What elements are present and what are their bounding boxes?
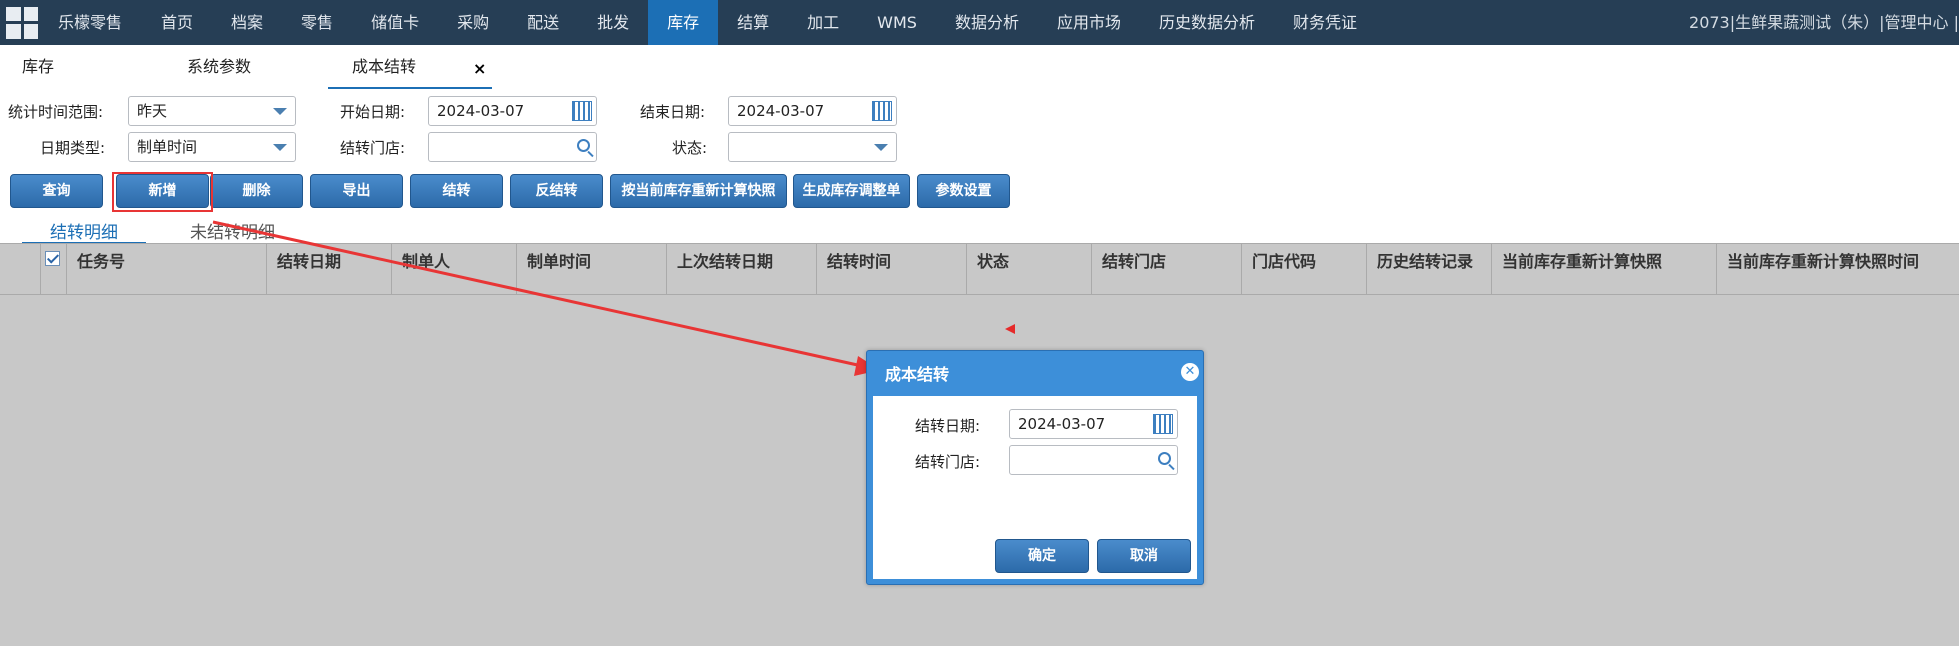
cost-carryover-dialog: 成本结转 ✕ 结转日期: 2024-03-07 结转门店: 确定 取消 bbox=[866, 350, 1204, 585]
search-icon[interactable] bbox=[1158, 452, 1171, 465]
dialog-date-field[interactable]: 2024-03-07 bbox=[1009, 409, 1178, 439]
dialog-body: 结转日期: 2024-03-07 结转门店: 确定 取消 bbox=[873, 396, 1197, 579]
delete-button[interactable]: 删除 bbox=[210, 174, 303, 208]
start-date-value: 2024-03-07 bbox=[437, 102, 525, 120]
col-last-carryover-date[interactable]: 上次结转日期 bbox=[666, 244, 816, 294]
app-grid-icon[interactable] bbox=[0, 0, 44, 45]
nav-brand[interactable]: 乐檬零售 bbox=[44, 0, 142, 45]
nav-item-purchase[interactable]: 采购 bbox=[438, 0, 508, 45]
chevron-down-icon bbox=[874, 144, 888, 151]
date-type-select[interactable]: 制单时间 bbox=[128, 132, 296, 162]
end-date-value: 2024-03-07 bbox=[737, 102, 825, 120]
gen-adjust-order-button[interactable]: 生成库存调整单 bbox=[793, 174, 910, 208]
col-carryover-time[interactable]: 结转时间 bbox=[816, 244, 966, 294]
select-all-cell bbox=[40, 244, 65, 294]
end-date-label: 结束日期: bbox=[640, 103, 706, 121]
status-label: 状态: bbox=[672, 139, 708, 157]
top-nav-bar: 乐檬零售 首页 档案 零售 储值卡 采购 配送 批发 库存 结算 加工 WMS … bbox=[0, 0, 1959, 45]
date-type-label: 日期类型: bbox=[40, 139, 106, 157]
filter-panel: 统计时间范围: 昨天 开始日期: 2024-03-07 结束日期: 2024-0… bbox=[0, 89, 1959, 244]
nav-item-settlement[interactable]: 结算 bbox=[718, 0, 788, 45]
col-task-no[interactable]: 任务号 bbox=[66, 244, 266, 294]
nav-item-wms[interactable]: WMS bbox=[858, 0, 936, 45]
status-select[interactable] bbox=[728, 132, 897, 162]
dialog-title: 成本结转 bbox=[885, 365, 950, 384]
nav-item-retail[interactable]: 零售 bbox=[282, 0, 352, 45]
dialog-close-icon[interactable]: ✕ bbox=[1181, 363, 1199, 381]
select-all-checkbox[interactable] bbox=[45, 251, 60, 266]
nav-item-inventory[interactable]: 库存 bbox=[648, 0, 719, 45]
col-recalc-snapshot[interactable]: 当前库存重新计算快照 bbox=[1491, 244, 1716, 294]
calendar-icon[interactable] bbox=[572, 101, 592, 121]
col-carryover-store[interactable]: 结转门店 bbox=[1091, 244, 1241, 294]
chevron-down-icon bbox=[273, 144, 287, 151]
nav-item-archive[interactable]: 档案 bbox=[212, 0, 282, 45]
subtab-carryover-detail[interactable]: 结转明细 bbox=[50, 218, 118, 243]
carryover-button[interactable]: 结转 bbox=[410, 174, 503, 208]
annotation-highlight-box bbox=[112, 172, 213, 212]
dialog-date-value: 2024-03-07 bbox=[1018, 415, 1106, 433]
store-label: 结转门店: bbox=[340, 139, 406, 157]
store-field[interactable] bbox=[428, 132, 597, 162]
user-info[interactable]: 2073|生鲜果蔬测试（朱）|管理中心 | bbox=[1689, 0, 1959, 45]
start-date-label: 开始日期: bbox=[340, 103, 406, 121]
dialog-ok-button[interactable]: 确定 bbox=[995, 539, 1089, 573]
start-date-field[interactable]: 2024-03-07 bbox=[428, 96, 597, 126]
nav-item-processing[interactable]: 加工 bbox=[788, 0, 858, 45]
export-button[interactable]: 导出 bbox=[310, 174, 403, 208]
reverse-carryover-button[interactable]: 反结转 bbox=[510, 174, 603, 208]
col-create-time[interactable]: 制单时间 bbox=[516, 244, 666, 294]
dialog-store-label: 结转门店: bbox=[915, 453, 981, 471]
tab-system-params[interactable]: 系统参数 bbox=[187, 45, 251, 89]
col-store-code[interactable]: 门店代码 bbox=[1241, 244, 1366, 294]
nav-item-history-analysis[interactable]: 历史数据分析 bbox=[1140, 0, 1274, 45]
nav-item-wholesale[interactable]: 批发 bbox=[578, 0, 648, 45]
col-creator[interactable]: 制单人 bbox=[391, 244, 516, 294]
nav-item-home[interactable]: 首页 bbox=[142, 0, 212, 45]
nav-item-finance-voucher[interactable]: 财务凭证 bbox=[1274, 0, 1376, 45]
range-select-value: 昨天 bbox=[137, 102, 168, 120]
col-history-record[interactable]: 历史结转记录 bbox=[1366, 244, 1491, 294]
range-label: 统计时间范围: bbox=[8, 103, 104, 121]
date-type-value: 制单时间 bbox=[137, 138, 198, 156]
col-status[interactable]: 状态 bbox=[966, 244, 1091, 294]
param-settings-button[interactable]: 参数设置 bbox=[917, 174, 1010, 208]
cursor-marker-icon bbox=[1005, 324, 1015, 334]
calendar-icon[interactable] bbox=[872, 101, 892, 121]
nav-item-data-analysis[interactable]: 数据分析 bbox=[936, 0, 1038, 45]
tab-cost-carryover[interactable]: 成本结转 bbox=[328, 45, 492, 89]
col-carryover-date[interactable]: 结转日期 bbox=[266, 244, 391, 294]
search-icon[interactable] bbox=[577, 139, 590, 152]
tab-close-icon[interactable]: × bbox=[473, 59, 486, 78]
table-header: 任务号 结转日期 制单人 制单时间 上次结转日期 结转时间 状态 结转门店 门店… bbox=[0, 243, 1959, 295]
page-tab-bar: 库存 系统参数 成本结转 × bbox=[0, 45, 1959, 89]
nav-item-distribution[interactable]: 配送 bbox=[508, 0, 578, 45]
chevron-down-icon bbox=[273, 108, 287, 115]
dialog-store-field[interactable] bbox=[1009, 445, 1178, 475]
tab-inventory[interactable]: 库存 bbox=[22, 45, 54, 89]
recalc-snapshot-button[interactable]: 按当前库存重新计算快照 bbox=[610, 174, 787, 208]
dialog-cancel-button[interactable]: 取消 bbox=[1097, 539, 1191, 573]
subtab-not-carried-detail[interactable]: 未结转明细 bbox=[190, 218, 275, 243]
range-select[interactable]: 昨天 bbox=[128, 96, 296, 126]
nav-item-app-market[interactable]: 应用市场 bbox=[1038, 0, 1140, 45]
end-date-field[interactable]: 2024-03-07 bbox=[728, 96, 897, 126]
nav-item-stored-value-card[interactable]: 储值卡 bbox=[352, 0, 438, 45]
dialog-date-label: 结转日期: bbox=[915, 417, 981, 435]
query-button[interactable]: 查询 bbox=[10, 174, 103, 208]
calendar-icon[interactable] bbox=[1153, 414, 1173, 434]
col-recalc-snapshot-time[interactable]: 当前库存重新计算快照时间 bbox=[1716, 244, 1959, 294]
